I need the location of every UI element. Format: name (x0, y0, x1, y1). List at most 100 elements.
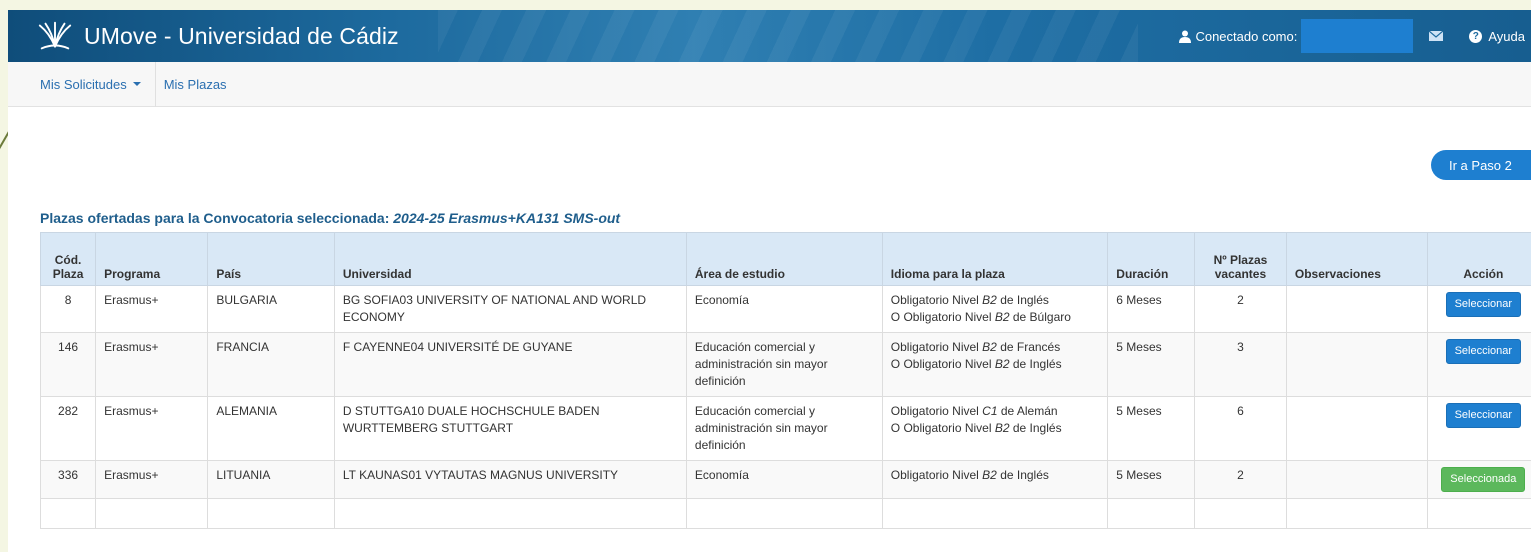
col-cod-plaza[interactable]: Cód. Plaza (39, 232, 97, 286)
help-label: Ayuda (1488, 28, 1525, 44)
col-universidad[interactable]: Universidad (333, 232, 687, 286)
col-accion[interactable]: Acción (1426, 232, 1531, 286)
cell-idioma: Obligatorio Nivel B2 de Inglés (881, 460, 1109, 499)
table-row: 8 Erasmus+ BULGARIA BG SOFIA03 UNIVERSIT… (39, 285, 1531, 333)
col-programa[interactable]: Programa (95, 232, 209, 286)
cell-pais: LITUANIA (207, 460, 335, 499)
idioma-level: B2 (982, 293, 997, 307)
idioma-level: B2 (994, 421, 1010, 435)
table-header-row: Cód. Plaza Programa País Universidad Áre… (39, 232, 1531, 286)
cell-area: Economía (685, 285, 883, 333)
nav-mis-solicitudes[interactable]: Mis Solicitudes (32, 61, 156, 107)
idioma-text: Obligatorio Nivel (890, 293, 983, 307)
header-right: Conectado como: ? Ayuda (1179, 10, 1531, 62)
select-button[interactable]: Seleccionar (1445, 403, 1522, 428)
cell-programa: Erasmus+ (95, 460, 209, 499)
cell-programa: Erasmus+ (95, 285, 209, 333)
col-duracion[interactable]: Duración (1107, 232, 1196, 286)
nav-mis-solicitudes-label: Mis Solicitudes (40, 76, 127, 92)
cell-universidad: LT KAUNAS01 VYTAUTAS MAGNUS UNIVERSITY (333, 460, 687, 499)
cell-universidad: F CAYENNE04 UNIVERSITÉ DE GUYANE (333, 332, 687, 397)
table-row: 336 Erasmus+ LITUANIA LT KAUNAS01 VYTAUT… (39, 460, 1531, 499)
idioma-text: de Inglés (996, 293, 1049, 307)
university-logo-icon (38, 21, 72, 50)
cell-pais: ALEMANIA (207, 396, 335, 461)
cell-empty (1194, 498, 1287, 529)
cell-pais: FRANCIA (207, 332, 335, 397)
idioma-req-2: O Obligatorio Nivel B2 de Búlgaro (891, 310, 1071, 324)
cell-idioma: Obligatorio Nivel B2 de Francés O Obliga… (881, 332, 1109, 397)
idioma-level: C1 (982, 404, 998, 418)
nav-mis-plazas-label: Mis Plazas (163, 76, 227, 92)
nav-mis-plazas[interactable]: Mis Plazas (156, 62, 241, 107)
col-plazas-vacantes[interactable]: Nº Plazas vacantes (1194, 232, 1287, 286)
table-row: 146 Erasmus+ FRANCIA F CAYENNE04 UNIVERS… (39, 332, 1531, 397)
cell-cod: 146 (39, 332, 97, 397)
cell-empty (95, 498, 209, 529)
select-button[interactable]: Seleccionar (1445, 292, 1522, 317)
top-header: UMove - Universidad de Cádiz Conectado c… (8, 10, 1531, 62)
main-nav: Mis Solicitudes Mis Plazas (8, 61, 1531, 107)
idioma-level: B2 (982, 468, 997, 482)
idioma-req-2: O Obligatorio Nivel B2 de Inglés (891, 421, 1062, 435)
question-circle-icon: ? (1469, 29, 1483, 43)
cell-empty (1285, 498, 1428, 529)
mail-icon[interactable] (1429, 31, 1444, 41)
idioma-text: O Obligatorio Nivel (890, 357, 995, 371)
username-box (1301, 19, 1414, 53)
cell-plazas: 3 (1194, 332, 1287, 397)
idioma-req-1: Obligatorio Nivel B2 de Inglés (891, 468, 1049, 482)
idioma-text: O Obligatorio Nivel (890, 421, 995, 435)
brand[interactable]: UMove - Universidad de Cádiz (36, 18, 399, 54)
cell-idioma: Obligatorio Nivel B2 de Inglés O Obligat… (881, 285, 1109, 333)
cell-cod: 8 (39, 285, 97, 333)
cell-area: Educación comercial y administración sin… (685, 332, 883, 397)
cell-observaciones (1285, 285, 1428, 333)
idioma-level: B2 (994, 357, 1010, 371)
cell-cod: 336 (39, 460, 97, 499)
idioma-req-1: Obligatorio Nivel C1 de Alemán (891, 404, 1058, 418)
select-button[interactable]: Seleccionar (1445, 339, 1522, 364)
col-area-estudio[interactable]: Área de estudio (685, 232, 883, 286)
idioma-level: B2 (994, 310, 1010, 324)
cell-empty (1107, 498, 1196, 529)
idioma-text: Obligatorio Nivel (890, 340, 983, 354)
cell-accion: Seleccionar (1426, 285, 1531, 333)
col-idioma[interactable]: Idioma para la plaza (881, 232, 1109, 286)
col-observaciones[interactable]: Observaciones (1285, 232, 1428, 286)
cell-accion: Seleccionar (1426, 332, 1531, 397)
cell-empty (207, 498, 335, 529)
cell-empty (881, 498, 1109, 529)
cell-universidad: D STUTTGA10 DUALE HOCHSCHULE BADEN WURTT… (333, 396, 687, 461)
help-link[interactable]: ? Ayuda (1469, 29, 1525, 44)
cell-programa: Erasmus+ (95, 332, 209, 397)
cell-idioma: Obligatorio Nivel C1 de Alemán O Obligat… (881, 396, 1109, 461)
selected-button[interactable]: Seleccionada (1441, 467, 1526, 492)
cell-plazas: 2 (1194, 460, 1287, 499)
idioma-text: de Inglés (1009, 421, 1062, 435)
idioma-req-1: Obligatorio Nivel B2 de Francés (891, 340, 1060, 354)
cell-duracion: 5 Meses (1107, 460, 1196, 499)
section-title-prefix: Plazas ofertadas para la Convocatoria se… (40, 210, 390, 226)
idioma-text: de Búlgaro (1009, 310, 1071, 324)
col-pais[interactable]: País (207, 232, 335, 286)
cell-duracion: 5 Meses (1107, 396, 1196, 461)
idioma-text: de Alemán (997, 404, 1058, 418)
go-to-step-2-button[interactable]: Ir a Paso 2 (1431, 150, 1531, 180)
caret-down-icon (132, 82, 141, 86)
idioma-text: de Inglés (1009, 357, 1062, 371)
app-window: UMove - Universidad de Cádiz Conectado c… (8, 10, 1531, 552)
cell-duracion: 5 Meses (1107, 332, 1196, 397)
table-row: 282 Erasmus+ ALEMANIA D STUTTGA10 DUALE … (39, 396, 1531, 461)
plazas-table: Cód. Plaza Programa País Universidad Áre… (39, 232, 1531, 529)
table-row (39, 498, 1531, 529)
cell-observaciones (1285, 332, 1428, 397)
idioma-level: B2 (982, 340, 997, 354)
cell-observaciones (1285, 396, 1428, 461)
cell-accion: Seleccionada (1426, 460, 1531, 499)
idioma-text: Obligatorio Nivel (890, 404, 983, 418)
connected-as-label: Conectado como: (1195, 28, 1298, 44)
cell-empty (685, 498, 883, 529)
cell-area: Economía (685, 460, 883, 499)
idioma-text: de Francés (996, 340, 1061, 354)
